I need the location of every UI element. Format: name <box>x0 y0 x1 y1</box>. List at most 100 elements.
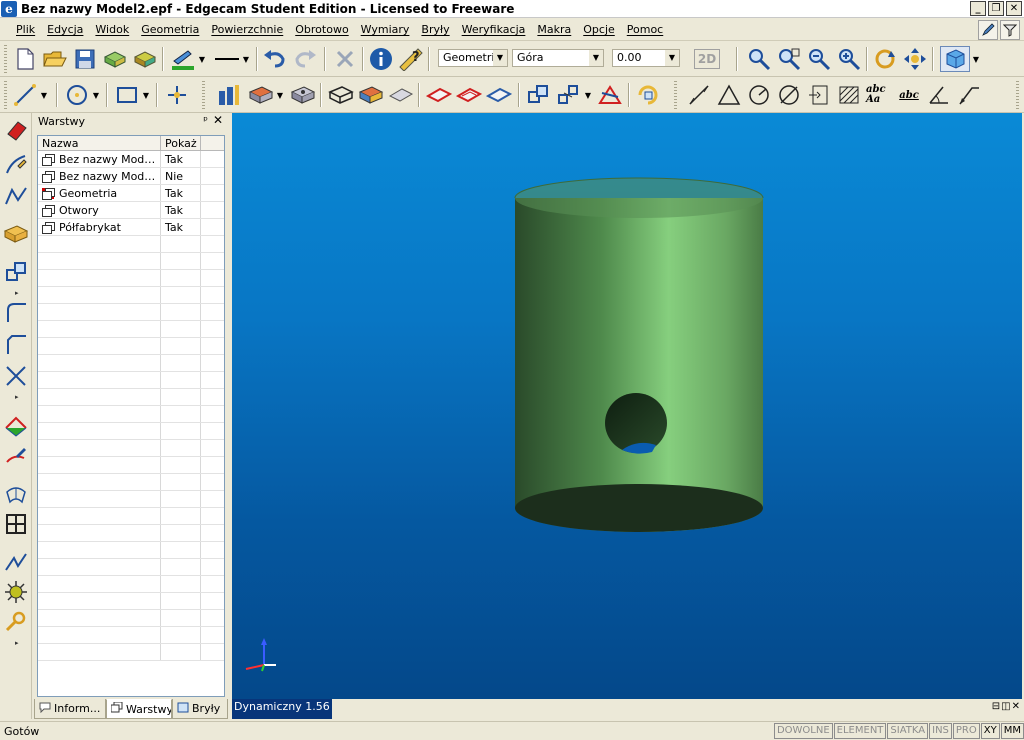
explode-icon[interactable] <box>3 579 29 605</box>
toolbar-grip[interactable] <box>4 81 7 109</box>
stock-block-icon[interactable] <box>3 221 29 247</box>
menu-wymiary[interactable]: Wymiary <box>355 23 416 36</box>
mirror-icon[interactable] <box>598 82 624 108</box>
menu-plik[interactable]: Plik <box>10 23 41 36</box>
table-row[interactable]: Otwory Tak <box>38 202 224 219</box>
layer-name-cell[interactable]: Bez nazwy Model... <box>38 151 161 167</box>
layer-name-cell[interactable]: Bez nazwy Model... <box>38 168 161 184</box>
leader-icon[interactable] <box>956 82 982 108</box>
chevron-down-icon[interactable]: ▼ <box>196 46 208 72</box>
point-tool-icon[interactable] <box>164 82 190 108</box>
zoom-out-icon[interactable] <box>806 46 832 72</box>
chamfer-icon[interactable] <box>3 331 29 357</box>
layer-visibility-cell[interactable]: Nie <box>161 168 201 184</box>
dimension-diameter-icon[interactable] <box>776 82 802 108</box>
tab-warstwy[interactable]: Warstwy <box>106 699 172 719</box>
fillet-icon[interactable] <box>3 299 29 325</box>
column-header-show[interactable]: Pokaż <box>161 136 201 150</box>
layer-name-cell[interactable]: Otwory <box>38 202 161 218</box>
menu-bryly[interactable]: Bryły <box>415 23 455 36</box>
layer-visibility-cell[interactable]: Tak <box>161 219 201 235</box>
open-folder-icon[interactable] <box>42 46 68 72</box>
surface-icon[interactable] <box>388 82 414 108</box>
copy-move-icon[interactable] <box>556 82 582 108</box>
table-row[interactable]: Półfabrykat Tak <box>38 219 224 236</box>
shaded-view-icon[interactable] <box>940 46 970 72</box>
layer-name-cell[interactable]: Geometria <box>38 185 161 201</box>
close-button[interactable]: ✕ <box>1006 1 1022 16</box>
tile-horizontal-icon[interactable]: ⊟ <box>992 701 1000 712</box>
chevron-down-icon[interactable]: ▼ <box>38 82 50 108</box>
cylinder-model[interactable] <box>514 177 764 532</box>
menu-makra[interactable]: Makra <box>531 23 577 36</box>
grid-icon[interactable] <box>3 511 29 537</box>
toolbar-grip[interactable] <box>4 45 7 73</box>
pin-icon[interactable]: ᵖ <box>203 114 208 127</box>
dimension-radius-icon[interactable] <box>746 82 772 108</box>
face-blue-icon[interactable] <box>486 82 512 108</box>
undo-icon[interactable] <box>262 46 288 72</box>
solid-block-icon[interactable] <box>290 82 316 108</box>
stock-icon[interactable] <box>358 82 384 108</box>
status-indicator[interactable]: DOWOLNE <box>773 723 833 739</box>
zoom-in-icon[interactable] <box>836 46 862 72</box>
measure-help-icon[interactable]: ? <box>398 46 424 72</box>
angle-dimension-icon[interactable] <box>926 82 952 108</box>
status-indicator[interactable]: INS <box>929 723 952 739</box>
menu-geometria[interactable]: Geometria <box>135 23 205 36</box>
menu-obrotowo[interactable]: Obrotowo <box>289 23 354 36</box>
cylinder-bottom-face[interactable] <box>515 484 763 532</box>
status-indicator[interactable]: PRO <box>952 723 980 739</box>
zoom-extents-icon[interactable] <box>776 46 802 72</box>
redo-icon[interactable] <box>292 46 318 72</box>
chevron-down-icon[interactable]: ▼ <box>970 46 982 72</box>
line-tool-icon[interactable] <box>12 82 38 108</box>
edit-pen-icon[interactable] <box>978 20 998 40</box>
status-indicator[interactable]: ELEMENT <box>833 723 887 739</box>
feature-finder-icon[interactable] <box>216 82 242 108</box>
column-header-name[interactable]: Nazwa <box>38 136 161 150</box>
expand-arrow-icon[interactable]: ▸ <box>15 639 19 647</box>
toolbar-grip[interactable] <box>674 81 677 109</box>
tab-inform[interactable]: Inform... <box>34 699 106 719</box>
view-2d-button[interactable]: 2D <box>694 49 720 69</box>
menu-weryfikacja[interactable]: Weryfikacja <box>456 23 532 36</box>
view-select[interactable]: Góra ▼ <box>512 49 604 67</box>
menu-powierzchnie[interactable]: Powierzchnie <box>205 23 289 36</box>
rotate-copy-icon[interactable] <box>636 82 662 108</box>
model-canvas[interactable] <box>232 113 1022 699</box>
filter-icon[interactable] <box>1000 20 1020 40</box>
panel-close-button[interactable]: ✕ <box>213 113 223 127</box>
new-file-icon[interactable] <box>12 46 38 72</box>
tile-vertical-icon[interactable]: ◫ <box>1001 701 1010 712</box>
rotate-view-icon[interactable] <box>872 46 898 72</box>
face-red-icon[interactable] <box>456 82 482 108</box>
info-icon[interactable] <box>368 46 394 72</box>
menu-widok[interactable]: Widok <box>89 23 135 36</box>
hatch-icon[interactable] <box>836 82 862 108</box>
layer-visibility-cell[interactable]: Tak <box>161 151 201 167</box>
dimension-angle-icon[interactable] <box>716 82 742 108</box>
pan-icon[interactable] <box>902 46 928 72</box>
table-row[interactable]: Bez nazwy Model... Nie <box>38 168 224 185</box>
delete-icon[interactable] <box>332 46 358 72</box>
graphics-viewport[interactable] <box>232 113 1022 699</box>
layer-visibility-cell[interactable]: Tak <box>161 202 201 218</box>
layer-visibility-cell[interactable]: Tak <box>161 185 201 201</box>
mode-select[interactable]: Geometria ▼ <box>438 49 508 67</box>
text-style-icon[interactable]: abc Aa <box>866 82 892 108</box>
status-indicator[interactable]: XY <box>980 723 1000 739</box>
chevron-down-icon[interactable]: ▼ <box>582 82 594 108</box>
chevron-down-icon[interactable]: ▼ <box>140 82 152 108</box>
milling-cycle-icon[interactable] <box>3 413 29 439</box>
status-indicator[interactable]: SIATKA <box>887 723 929 739</box>
transform-select-icon[interactable] <box>3 259 29 285</box>
chevron-down-icon[interactable]: ▼ <box>240 46 252 72</box>
dimension-linear-icon[interactable] <box>686 82 712 108</box>
trim-icon[interactable] <box>3 363 29 389</box>
expand-arrow-icon[interactable]: ▸ <box>15 393 19 401</box>
menu-pomoc[interactable]: Pomoc <box>621 23 669 36</box>
text-edit-icon[interactable]: abc <box>896 82 922 108</box>
polyline-icon[interactable] <box>3 183 29 209</box>
eraser-icon[interactable] <box>3 117 29 143</box>
